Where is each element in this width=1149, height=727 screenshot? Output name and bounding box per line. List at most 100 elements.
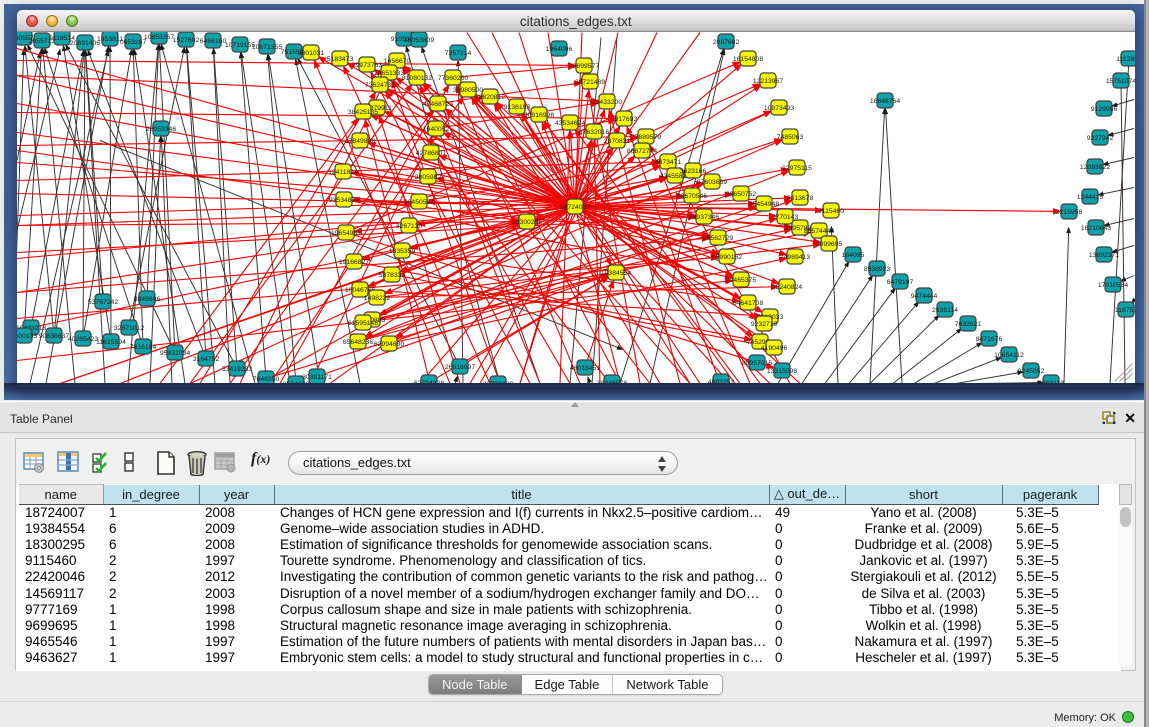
svg-text:16848764: 16848764 xyxy=(870,97,900,104)
svg-text:0099695: 0099695 xyxy=(816,240,843,247)
svg-text:81080132: 81080132 xyxy=(402,74,432,81)
svg-text:11615594: 11615594 xyxy=(96,338,126,345)
svg-text:40265423: 40265423 xyxy=(68,335,98,342)
svg-text:85574443: 85574443 xyxy=(804,227,834,234)
svg-text:16210643: 16210643 xyxy=(1081,224,1111,231)
svg-text:10973493: 10973493 xyxy=(764,104,794,111)
svg-text:7632621: 7632621 xyxy=(955,320,982,327)
svg-text:35240824: 35240824 xyxy=(772,283,802,290)
svg-text:99650752: 99650752 xyxy=(726,190,756,197)
svg-text:53767242: 53767242 xyxy=(88,298,118,305)
svg-text:90916998: 90916998 xyxy=(524,111,554,118)
svg-text:0564139: 0564139 xyxy=(283,380,310,383)
svg-text:9474444: 9474444 xyxy=(911,292,938,299)
svg-text:17010534: 17010534 xyxy=(1098,281,1128,288)
svg-text:10719155: 10719155 xyxy=(225,41,255,48)
svg-text:09670546: 09670546 xyxy=(677,192,707,199)
svg-text:20053346: 20053346 xyxy=(146,125,176,132)
svg-text:1640052: 1640052 xyxy=(423,125,450,132)
svg-text:26916697: 26916697 xyxy=(445,363,475,370)
svg-text:13315098: 13315098 xyxy=(767,367,797,374)
svg-text:8849696: 8849696 xyxy=(134,295,161,302)
svg-text:67632016: 67632016 xyxy=(579,128,609,135)
svg-text:9115460: 9115460 xyxy=(818,207,844,214)
svg-text:4893252: 4893252 xyxy=(708,378,735,383)
svg-text:10853267: 10853267 xyxy=(144,33,174,40)
svg-text:27889579: 27889579 xyxy=(631,133,661,140)
svg-text:78820812: 78820812 xyxy=(475,93,505,100)
svg-text:2087682: 2087682 xyxy=(713,38,740,45)
svg-text:43534624: 43534624 xyxy=(555,119,585,126)
svg-text:2805982: 2805982 xyxy=(415,173,442,180)
svg-text:32871012: 32871012 xyxy=(114,324,144,331)
svg-text:10651333: 10651333 xyxy=(374,69,404,76)
svg-text:22782489: 22782489 xyxy=(483,380,513,383)
svg-text:87603669: 87603669 xyxy=(697,178,727,185)
svg-text:93534874: 93534874 xyxy=(329,196,359,203)
svg-text:5878334: 5878334 xyxy=(379,271,406,278)
svg-text:06990162: 06990162 xyxy=(712,253,742,260)
svg-text:10671355: 10671355 xyxy=(252,43,282,50)
svg-text:42786801: 42786801 xyxy=(416,149,446,156)
svg-text:7816184: 7816184 xyxy=(130,343,157,350)
svg-text:8471676: 8471676 xyxy=(976,335,1003,342)
svg-text:12411824: 12411824 xyxy=(328,168,358,175)
svg-text:7917693: 7917693 xyxy=(611,115,638,122)
svg-text:7485063: 7485063 xyxy=(777,133,804,140)
svg-text:43699577: 43699577 xyxy=(569,62,599,69)
svg-text:3215958: 3215958 xyxy=(1056,208,1083,215)
svg-text:15751074: 15751074 xyxy=(1106,77,1135,84)
svg-text:16154808: 16154808 xyxy=(733,55,763,62)
svg-text:2870831: 2870831 xyxy=(604,137,631,144)
svg-text:5183473: 5183473 xyxy=(327,55,354,62)
svg-text:35454948: 35454948 xyxy=(749,200,779,207)
svg-text:61595148: 61595148 xyxy=(348,319,378,326)
svg-text:1498222: 1498222 xyxy=(364,294,391,301)
svg-text:13433200: 13433200 xyxy=(592,98,622,105)
svg-text:72624731: 72624731 xyxy=(365,81,395,88)
svg-text:10654112: 10654112 xyxy=(994,351,1024,358)
svg-text:9245052: 9245052 xyxy=(1018,367,1045,374)
svg-text:74989413: 74989413 xyxy=(780,253,810,260)
svg-text:19166827: 19166827 xyxy=(339,258,369,265)
svg-text:06562729: 06562729 xyxy=(703,234,733,241)
svg-text:90838637: 90838637 xyxy=(39,332,69,339)
svg-text:19654987: 19654987 xyxy=(331,229,361,236)
svg-text:18724007: 18724007 xyxy=(560,203,590,210)
svg-text:8313678: 8313678 xyxy=(787,194,814,201)
svg-text:7648350: 7648350 xyxy=(253,375,280,382)
svg-text:77360260: 77360260 xyxy=(438,74,468,81)
svg-text:30391171: 30391171 xyxy=(302,373,332,380)
svg-text:13692371: 13692371 xyxy=(1089,251,1119,258)
svg-text:20465375: 20465375 xyxy=(726,276,756,283)
svg-text:12975115: 12975115 xyxy=(782,164,812,171)
svg-text:65648236: 65648236 xyxy=(343,338,373,345)
svg-text:12093822: 12093822 xyxy=(1080,163,1110,170)
svg-text:1335359: 1335359 xyxy=(389,247,416,254)
svg-text:2935114: 2935114 xyxy=(932,306,958,313)
svg-text:48018451: 48018451 xyxy=(570,364,600,371)
svg-text:86872774: 86872774 xyxy=(627,147,657,154)
svg-text:62994680: 62994680 xyxy=(374,340,404,347)
svg-text:9136193: 9136193 xyxy=(504,103,531,110)
svg-text:80957015: 80957015 xyxy=(742,359,772,366)
svg-text:47468723: 47468723 xyxy=(423,100,453,107)
svg-text:30980500: 30980500 xyxy=(453,86,483,93)
svg-text:1964096: 1964096 xyxy=(546,45,573,52)
svg-text:12213967: 12213967 xyxy=(753,77,783,84)
svg-text:88937346: 88937346 xyxy=(689,213,719,220)
svg-text:62704828: 62704828 xyxy=(414,379,444,383)
svg-text:1656670: 1656670 xyxy=(384,57,411,64)
svg-text:27849808: 27849808 xyxy=(345,137,375,144)
svg-text:38425135: 38425135 xyxy=(348,108,378,115)
svg-text:116753: 116753 xyxy=(1115,306,1135,313)
svg-text:6479197: 6479197 xyxy=(887,278,914,285)
svg-text:38721489: 38721489 xyxy=(575,78,605,85)
svg-text:19384554: 19384554 xyxy=(601,269,631,276)
svg-text:9301031: 9301031 xyxy=(298,49,325,56)
svg-text:9232719: 9232719 xyxy=(751,320,778,327)
svg-text:29973763: 29973763 xyxy=(352,61,382,68)
svg-text:9227342: 9227342 xyxy=(1087,134,1114,141)
svg-text:16053809: 16053809 xyxy=(404,36,434,43)
svg-text:7357214: 7357214 xyxy=(445,49,472,56)
